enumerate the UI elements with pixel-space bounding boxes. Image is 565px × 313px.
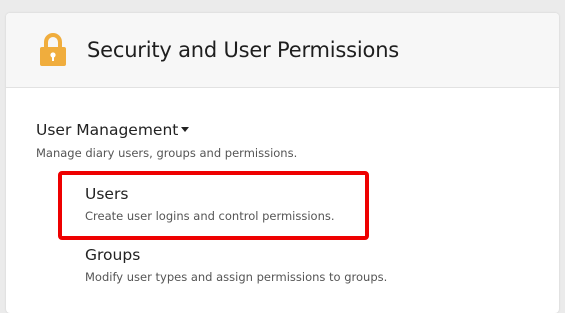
users-description: Create user logins and control permissio… [85,209,335,223]
section-title-label: User Management [36,121,179,139]
groups-label: Groups [85,246,141,264]
lock-icon [40,33,66,66]
card-header: Security and User Permissions [6,13,559,88]
section-description: Manage diary users, groups and permissio… [36,146,298,160]
caret-down-icon [181,127,190,132]
users-link[interactable]: Users Create user logins and control per… [85,185,335,223]
security-permissions-card: Security and User Permissions User Manag… [6,13,559,313]
users-label: Users [85,185,129,203]
page-title: Security and User Permissions [87,38,400,62]
groups-link[interactable]: Groups Modify user types and assign perm… [85,246,387,284]
user-management-dropdown[interactable]: User Management [36,121,190,139]
groups-description: Modify user types and assign permissions… [85,270,388,284]
